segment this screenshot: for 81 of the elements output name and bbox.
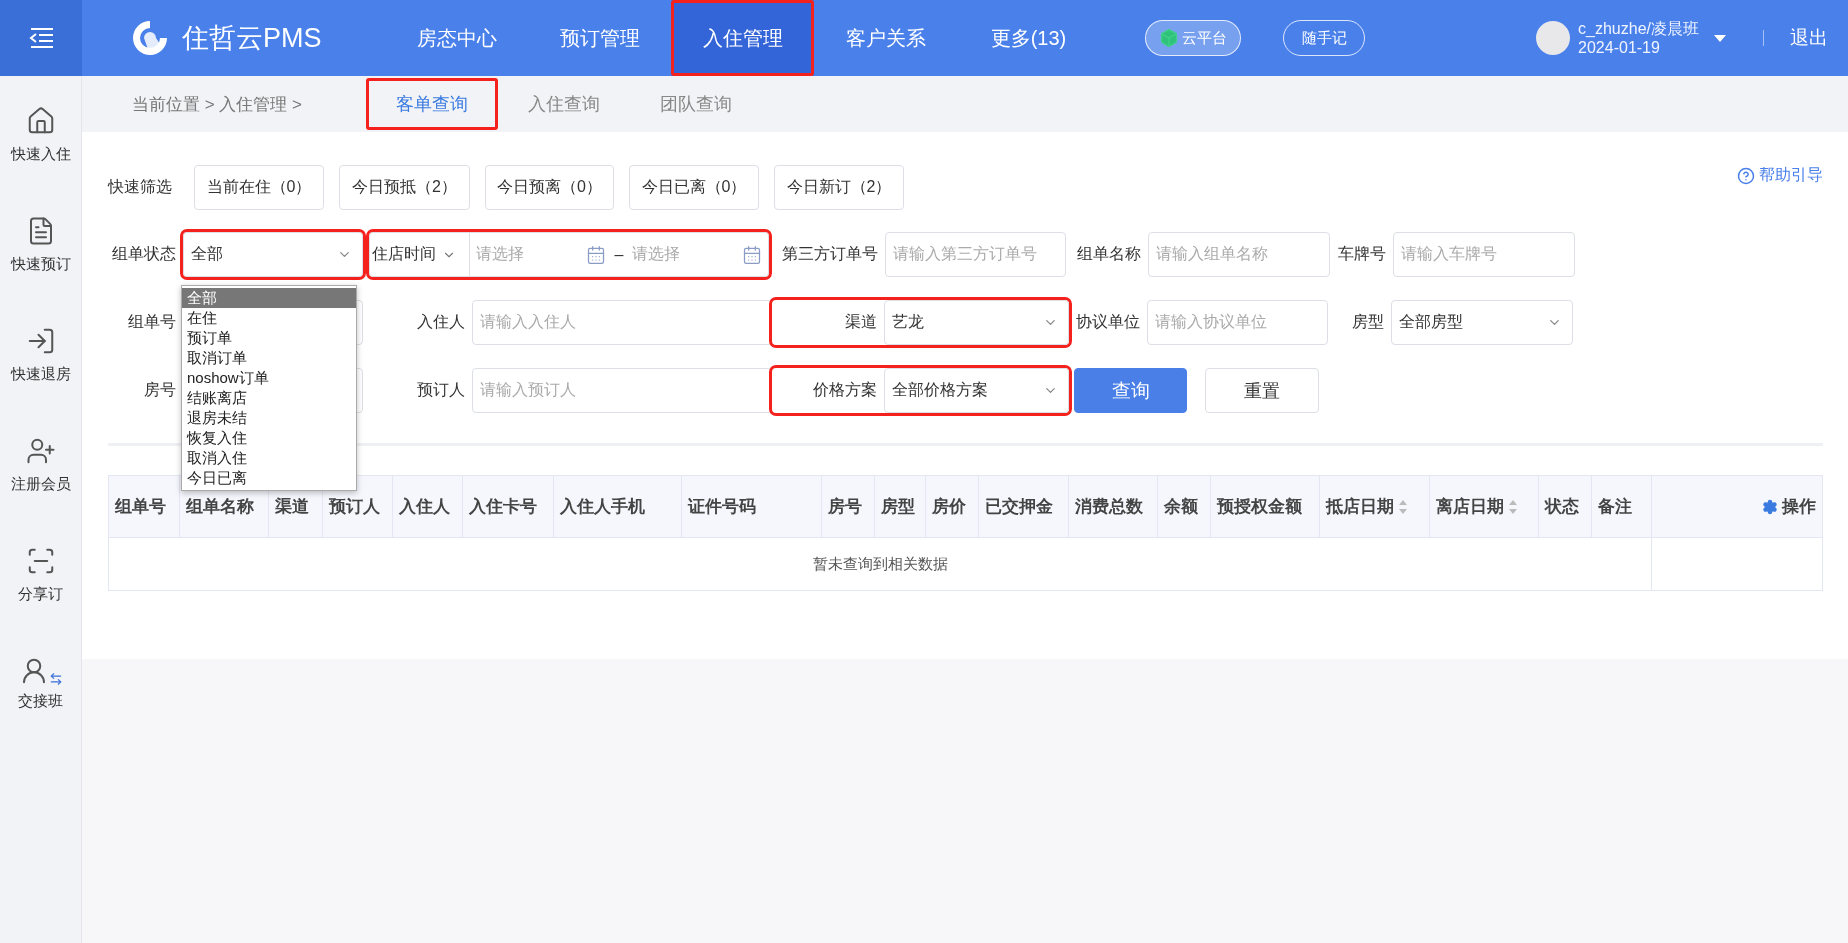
- field-label: 第三方订单号: [781, 244, 879, 264]
- calendar-icon: [585, 244, 606, 265]
- shift-date: 2024-01-19: [1578, 38, 1661, 57]
- quick-filter-button[interactable]: 今日预离（0）: [485, 165, 614, 210]
- column-header: 余额: [1158, 476, 1211, 537]
- empty-message: 暂未查询到相关数据: [812, 554, 948, 574]
- nav-tab[interactable]: 预订管理: [528, 0, 671, 76]
- quick-filter-button[interactable]: 今日已离（0）: [629, 165, 759, 210]
- sidebar-item[interactable]: 注册会员: [0, 436, 82, 494]
- sidebar-item[interactable]: 交接班: [0, 656, 82, 711]
- field-label: 车牌号: [1337, 244, 1387, 264]
- field-label: 组单状态: [111, 244, 177, 264]
- filter-label: 快速筛选: [108, 177, 173, 197]
- caret-icon[interactable]: [1713, 33, 1727, 43]
- logo-text: 住哲云PMS: [182, 22, 322, 55]
- column-header: 预授权金额: [1211, 476, 1320, 537]
- column-header[interactable]: 抵店日期: [1320, 476, 1430, 537]
- nav-tab[interactable]: 更多(13): [957, 0, 1100, 76]
- range-type-select[interactable]: 住店时间: [370, 233, 470, 276]
- dropdown-option[interactable]: 结账离店: [182, 388, 356, 408]
- calendar-icon: [742, 244, 762, 265]
- help-link[interactable]: 帮助引导: [1737, 165, 1823, 186]
- column-header: 入住卡号: [463, 476, 554, 537]
- column-header: 备注: [1592, 476, 1652, 537]
- sidebar-item[interactable]: 分享订: [0, 546, 82, 604]
- column-header: 入住人手机: [554, 476, 682, 537]
- field-label: 组单名称: [1076, 244, 1142, 264]
- logo-icon: [130, 18, 170, 58]
- field-label: 协议单位: [1075, 312, 1141, 332]
- column-header: 已交押金: [979, 476, 1069, 537]
- column-header[interactable]: 离店日期: [1430, 476, 1539, 537]
- help-icon: [1737, 166, 1755, 185]
- field-label: 房型: [1351, 312, 1385, 332]
- dropdown-option[interactable]: 取消订单: [182, 348, 356, 368]
- column-header: 房价: [926, 476, 979, 537]
- date-range-field[interactable]: 住店时间 请选择 – 请选择: [369, 232, 769, 277]
- range-dash: –: [613, 245, 625, 264]
- nav-tab[interactable]: 房态中心: [385, 0, 528, 76]
- column-header: 状态: [1539, 476, 1592, 537]
- column-header: 组单号: [109, 476, 180, 537]
- dropdown-option[interactable]: 全部: [182, 288, 356, 308]
- field-label: 渠道: [844, 312, 878, 332]
- settings-icon: [1762, 498, 1778, 515]
- column-header: 房号: [822, 476, 875, 537]
- menu-button[interactable]: [0, 0, 82, 76]
- column-header: 房型: [875, 476, 926, 537]
- field-label: 组单号: [127, 312, 177, 332]
- search-button[interactable]: 查询: [1074, 368, 1187, 413]
- quick-filter-button[interactable]: 当前在住（0）: [194, 165, 324, 210]
- sidebar-item[interactable]: 快速入住: [0, 106, 82, 164]
- column-header: 入住人: [393, 476, 463, 537]
- field-label: 入住人: [416, 312, 466, 332]
- quick-filter-button[interactable]: 今日新订（2）: [774, 165, 904, 210]
- user-name: c_zhuzhe/凌晨班: [1578, 19, 1699, 38]
- nav-tab[interactable]: 入住管理: [671, 0, 814, 76]
- column-header: 消费总数: [1069, 476, 1158, 537]
- dropdown-option[interactable]: 恢复入住: [182, 428, 356, 448]
- avatar: [1536, 21, 1571, 55]
- select-field[interactable]: 全部价格方案: [884, 368, 1069, 413]
- dropdown-option[interactable]: 在住: [182, 308, 356, 328]
- dropdown-option[interactable]: 取消入住: [182, 448, 356, 468]
- reset-button[interactable]: 重置: [1205, 368, 1319, 413]
- sidebar-item[interactable]: 快速退房: [0, 326, 82, 384]
- column-header: 操作: [1652, 476, 1822, 537]
- tab[interactable]: 客单查询: [366, 78, 499, 130]
- field-label: 价格方案: [812, 380, 878, 400]
- menu-icon: [27, 26, 55, 50]
- nav-tab[interactable]: 客户关系: [814, 0, 957, 76]
- logout-link[interactable]: 退出: [1790, 25, 1828, 51]
- field-label: 房号: [143, 380, 177, 400]
- dropdown-option[interactable]: noshow订单: [182, 368, 356, 388]
- quick-filter-button[interactable]: 今日预抵（2）: [339, 165, 470, 210]
- sidebar-item[interactable]: 快速预订: [0, 216, 82, 274]
- breadcrumb: 当前位置 > 入住管理 >: [132, 93, 303, 116]
- cube-icon: [1159, 28, 1179, 48]
- column-header: 证件号码: [682, 476, 822, 537]
- dropdown-option[interactable]: 退房未结: [182, 408, 356, 428]
- select-field[interactable]: 全部房型: [1391, 300, 1573, 345]
- select-field[interactable]: 艺龙: [884, 300, 1069, 345]
- field-label: 预订人: [416, 380, 466, 400]
- dropdown-option[interactable]: 预订单: [182, 328, 356, 348]
